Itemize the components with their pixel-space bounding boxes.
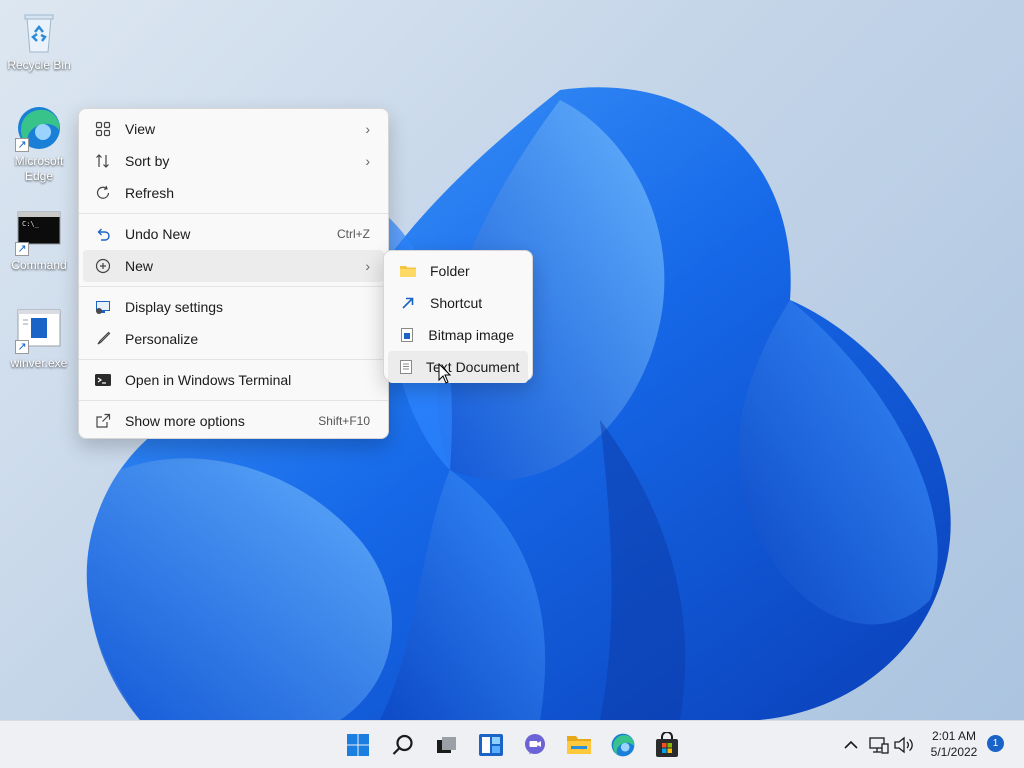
brush-icon	[93, 329, 113, 349]
menu-item-label: Display settings	[125, 299, 224, 315]
widgets-icon	[479, 734, 503, 756]
submenu-item-shortcut[interactable]: Shortcut	[388, 287, 528, 319]
menu-item-undo-new[interactable]: Undo New Ctrl+Z	[83, 218, 384, 250]
show-hidden-icons-chevron-up-icon[interactable]	[840, 734, 862, 756]
edge-icon	[611, 733, 635, 757]
desktop-icon-recycle-bin[interactable]: Recycle Bin	[4, 8, 74, 73]
menu-item-label: Personalize	[125, 331, 199, 347]
search-button[interactable]	[387, 729, 419, 761]
clock-time: 2:01 AM	[931, 729, 977, 743]
start-button[interactable]	[342, 729, 374, 761]
desktop-icon-label: Command	[11, 258, 67, 272]
teams-chat-icon	[525, 734, 545, 754]
desktop-icon-label: Recycle Bin	[7, 58, 71, 72]
display-icon	[93, 297, 113, 317]
menu-separator	[79, 213, 388, 214]
menu-item-show-more-options[interactable]: Show more options Shift+F10	[83, 405, 384, 437]
windows-logo-icon	[347, 734, 369, 756]
shortcut-text: Shift+F10	[318, 414, 370, 428]
menu-item-label: Sort by	[125, 153, 170, 169]
store-button[interactable]	[651, 729, 683, 761]
desktop-icon-microsoft-edge[interactable]: ↗ Microsoft Edge	[4, 104, 74, 184]
mouse-pointer-icon	[438, 363, 452, 384]
shortcut-arrow-icon: ↗	[15, 242, 29, 256]
store-bag-icon	[656, 732, 678, 757]
chevron-right-icon: ›	[365, 258, 370, 274]
desktop-context-menu: View › Sort by › Refresh Undo New Ctrl+Z…	[78, 108, 389, 439]
sort-icon	[93, 151, 113, 171]
command-prompt-icon: C:\_ ↗	[15, 208, 63, 256]
undo-icon	[93, 224, 113, 244]
search-icon	[392, 734, 413, 755]
menu-item-display-settings[interactable]: Display settings	[83, 291, 384, 323]
submenu-item-text-document[interactable]: Text Document	[388, 351, 528, 383]
menu-item-new[interactable]: New ›	[83, 250, 384, 282]
folder-icon	[567, 736, 591, 754]
chevron-right-icon: ›	[365, 121, 370, 137]
svg-text:C:\_: C:\_	[22, 220, 40, 228]
terminal-icon	[93, 370, 113, 390]
submenu-item-folder[interactable]: Folder	[388, 255, 528, 287]
file-explorer-button[interactable]	[563, 729, 595, 761]
bitmap-image-icon	[398, 325, 416, 345]
menu-separator	[79, 400, 388, 401]
submenu-item-label: Bitmap image	[428, 327, 514, 343]
notification-badge[interactable]: 1	[987, 735, 1004, 752]
menu-item-label: Open in Windows Terminal	[125, 372, 292, 388]
volume-icon[interactable]	[893, 734, 915, 756]
menu-item-label: New	[125, 258, 154, 274]
submenu-item-label: Shortcut	[430, 295, 483, 311]
menu-item-sort-by[interactable]: Sort by ›	[83, 145, 384, 177]
chevron-right-icon: ›	[365, 153, 370, 169]
menu-item-label: Refresh	[125, 185, 175, 201]
task-view-button[interactable]	[430, 729, 462, 761]
shortcut-arrow-icon	[398, 293, 418, 313]
new-submenu: Folder Shortcut Bitmap image Text Docume…	[383, 250, 533, 383]
menu-separator	[79, 359, 388, 360]
menu-item-open-terminal[interactable]: Open in Windows Terminal	[83, 364, 384, 396]
recycle-bin-icon	[15, 8, 63, 56]
taskbar: 2:01 AM 5/1/2022	[0, 720, 1024, 768]
shortcut-arrow-icon: ↗	[15, 138, 29, 152]
menu-item-view[interactable]: View ›	[83, 113, 384, 145]
clock-date: 5/1/2022	[930, 745, 978, 759]
desktop-icon-label: Microsoft Edge	[14, 154, 64, 183]
text-document-icon	[398, 357, 414, 377]
folder-icon	[398, 261, 418, 281]
desktop-icon-command[interactable]: C:\_ ↗ Command	[4, 208, 74, 273]
system-clock[interactable]: 2:01 AM 5/1/2022	[922, 728, 986, 760]
menu-item-label: Show more options	[125, 413, 245, 429]
shortcut-text: Ctrl+Z	[337, 227, 370, 241]
menu-item-label: View	[125, 121, 156, 137]
desktop-icon-label: winver.exe	[10, 356, 68, 370]
chat-button[interactable]	[519, 729, 551, 761]
desktop-icon-winver[interactable]: ↗ winver.exe	[4, 306, 74, 371]
grid-icon	[93, 119, 113, 139]
open-external-icon	[93, 411, 113, 431]
network-icon[interactable]	[868, 734, 890, 756]
edge-icon: ↗	[15, 104, 63, 152]
menu-item-refresh[interactable]: Refresh	[83, 177, 384, 209]
add-circle-icon	[93, 256, 113, 276]
edge-taskbar-button[interactable]	[607, 729, 639, 761]
submenu-item-bitmap-image[interactable]: Bitmap image	[388, 319, 528, 351]
menu-item-label: Undo New	[125, 226, 191, 242]
menu-separator	[79, 286, 388, 287]
submenu-item-label: Folder	[430, 263, 470, 279]
winver-icon: ↗	[15, 306, 63, 354]
shortcut-arrow-icon: ↗	[15, 340, 29, 354]
menu-item-personalize[interactable]: Personalize	[83, 323, 384, 355]
task-view-icon	[437, 737, 456, 753]
refresh-icon	[93, 183, 113, 203]
widgets-button[interactable]	[475, 729, 507, 761]
